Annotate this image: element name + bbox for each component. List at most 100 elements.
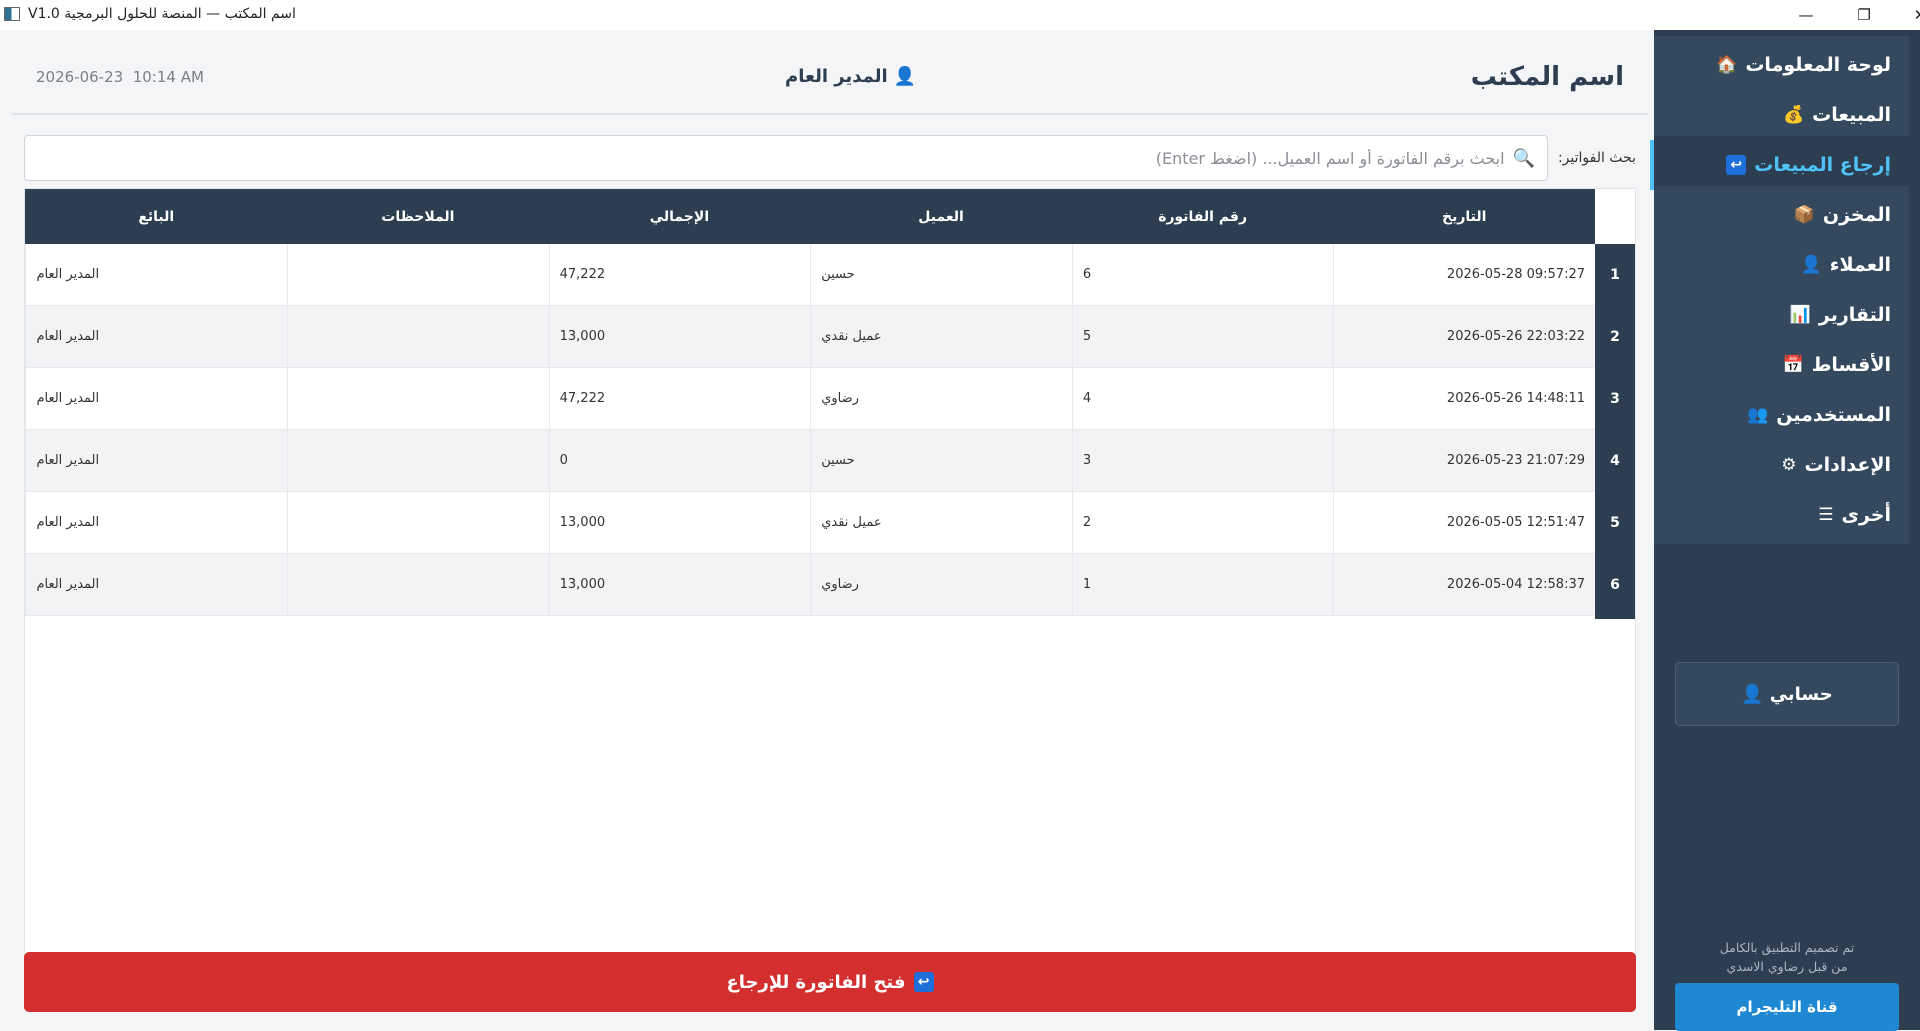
- window-title: V1.0 اسم المكتب — المنصة للحلول البرمجية: [28, 6, 296, 22]
- cell-total: 13,000: [548, 306, 811, 367]
- close-icon[interactable]: ✕: [1892, 0, 1920, 30]
- column-header-invoice[interactable]: رقم الفاتورة: [1072, 189, 1334, 244]
- bar-chart-icon: 📊: [1789, 305, 1811, 325]
- table-row[interactable]: 3 2026-05-26 14:48:11 4 رضاوي 47,222 الم…: [25, 368, 1635, 430]
- column-header-notes[interactable]: الملاحظات: [287, 189, 549, 244]
- cell-date: 2026-05-28 09:57:27: [1333, 244, 1595, 305]
- sidebar-item-label: الإعدادات: [1804, 454, 1891, 476]
- sidebar-item-label: العملاء: [1829, 254, 1891, 276]
- cell-notes: [287, 492, 549, 553]
- cell-total: 13,000: [548, 554, 811, 615]
- table-row[interactable]: 1 2026-05-28 09:57:27 6 حسين 47,222 المد…: [25, 244, 1635, 306]
- return-icon: ↩: [1726, 155, 1747, 175]
- account-label: حسابي: [1769, 683, 1833, 705]
- cell-invoice: 5: [1071, 306, 1334, 367]
- credit-text: تم تصميم التطبيق بالكامل من قبل رضاوي ال…: [1675, 938, 1899, 976]
- row-number: 6: [1595, 554, 1635, 616]
- sidebar-item-other[interactable]: أخرى ☰: [1654, 486, 1909, 544]
- credit-line-2: من قبل رضاوي الاسدي: [1726, 959, 1848, 974]
- cell-seller: المدير العام: [25, 430, 287, 491]
- row-number: 4: [1595, 430, 1635, 492]
- header-divider: [12, 113, 1648, 115]
- cell-invoice: 1: [1071, 554, 1334, 615]
- cell-seller: المدير العام: [25, 554, 287, 615]
- sidebar-item-label: الأقساط: [1811, 354, 1891, 376]
- gear-icon: ⚙: [1781, 455, 1797, 475]
- minimize-icon[interactable]: —: [1778, 0, 1834, 30]
- return-icon: ↩: [913, 972, 934, 992]
- cell-notes: [287, 306, 549, 367]
- table-row[interactable]: 2 2026-05-26 22:03:22 5 عميل نقدي 13,000…: [25, 306, 1635, 368]
- column-header-date[interactable]: التاريخ: [1333, 189, 1595, 244]
- app-page: اسم المكتب 👤 المدير العام 2026-06-23 10:…: [0, 30, 1920, 1031]
- cell-date: 2026-05-26 14:48:11: [1333, 368, 1595, 429]
- main-content: اسم المكتب 👤 المدير العام 2026-06-23 10:…: [0, 30, 1654, 1030]
- cell-notes: [287, 430, 549, 491]
- cell-notes: [287, 368, 549, 429]
- cell-notes: [287, 244, 549, 305]
- menu-icon: ☰: [1818, 505, 1834, 525]
- credit-line-1: تم تصميم التطبيق بالكامل: [1719, 940, 1855, 955]
- table-row[interactable]: 5 2026-05-05 12:51:47 2 عميل نقدي 13,000…: [25, 492, 1635, 554]
- account-button[interactable]: حسابي 👤: [1675, 662, 1899, 726]
- sidebar: لوحة المعلومات 🏠 المبيعات 💰 إرجاع المبيع…: [1650, 30, 1920, 1031]
- calendar-icon: 📅: [1782, 355, 1804, 375]
- search-input[interactable]: [104, 148, 1505, 168]
- user-icon: 👤: [1741, 683, 1764, 705]
- cell-invoice: 4: [1071, 368, 1334, 429]
- column-header-seller[interactable]: البائع: [25, 189, 287, 244]
- sidebar-item-label: لوحة المعلومات: [1745, 54, 1891, 76]
- open-invoice-return-label: فتح الفاتورة للإرجاع: [726, 971, 906, 993]
- cell-customer: حسين: [810, 430, 1072, 491]
- sidebar-item-label: إرجاع المبيعات: [1754, 154, 1891, 176]
- app-icon: [4, 7, 20, 21]
- cell-seller: المدير العام: [25, 368, 287, 429]
- cell-seller: المدير العام: [25, 306, 287, 367]
- home-icon: 🏠: [1716, 55, 1738, 75]
- datetime: 2026-06-23 10:14 AM: [36, 68, 204, 86]
- sidebar-item-label: التقارير: [1818, 304, 1891, 326]
- users-icon: 👥: [1747, 405, 1769, 425]
- cell-date: 2026-05-04 12:58:37: [1333, 554, 1595, 615]
- restore-icon[interactable]: ❐: [1836, 0, 1892, 30]
- row-number: 1: [1595, 244, 1635, 306]
- cell-date: 2026-05-23 21:07:29: [1333, 430, 1595, 491]
- cell-customer: حسين: [810, 244, 1072, 305]
- column-header-customer[interactable]: العميل: [810, 189, 1072, 244]
- cell-invoice: 2: [1071, 492, 1334, 553]
- cell-total: 13,000: [548, 492, 811, 553]
- open-invoice-return-button[interactable]: ↩ فتح الفاتورة للإرجاع: [24, 952, 1636, 1012]
- search-icon: 🔍: [1512, 147, 1535, 169]
- cell-customer: رضاوي: [810, 554, 1072, 615]
- cell-total: 47,222: [548, 244, 811, 305]
- table-header: التاريخ رقم الفاتورة العميل الإجمالي الم…: [25, 189, 1595, 244]
- cell-seller: المدير العام: [25, 244, 287, 305]
- cell-customer: عميل نقدي: [810, 306, 1072, 367]
- current-user-name: المدير العام: [785, 66, 888, 87]
- cell-total: 47,222: [548, 368, 811, 429]
- current-user: 👤 المدير العام: [785, 66, 916, 87]
- cell-invoice: 3: [1071, 430, 1334, 491]
- user-icon: 👤: [1800, 255, 1822, 275]
- window-titlebar: V1.0 اسم المكتب — المنصة للحلول البرمجية…: [0, 0, 1920, 30]
- cell-customer: رضاوي: [810, 368, 1072, 429]
- search-box[interactable]: 🔍: [24, 135, 1548, 181]
- column-header-total[interactable]: الإجمالي: [549, 189, 811, 244]
- office-name: اسم المكتب: [1470, 62, 1624, 92]
- cell-date: 2026-05-26 22:03:22: [1333, 306, 1595, 367]
- cell-seller: المدير العام: [25, 492, 287, 553]
- sidebar-item-label: المستخدمين: [1776, 404, 1891, 426]
- row-number: 3: [1595, 368, 1635, 430]
- row-number: 2: [1595, 306, 1635, 368]
- table-row[interactable]: 6 2026-05-04 12:58:37 1 رضاوي 13,000 الم…: [25, 554, 1635, 616]
- telegram-channel-button[interactable]: قناة التليجرام: [1675, 983, 1899, 1031]
- cell-invoice: 6: [1071, 244, 1334, 305]
- cell-date: 2026-05-05 12:51:47: [1333, 492, 1595, 553]
- sidebar-item-label: المبيعات: [1812, 104, 1891, 126]
- sidebar-item-label: أخرى: [1841, 504, 1891, 526]
- cell-notes: [287, 554, 549, 615]
- money-bag-icon: 💰: [1782, 105, 1805, 125]
- table-row[interactable]: 4 2026-05-23 21:07:29 3 حسين 0 المدير ال…: [25, 430, 1635, 492]
- row-number: 5: [1595, 492, 1635, 554]
- sidebar-item-label: المخزن: [1822, 204, 1891, 226]
